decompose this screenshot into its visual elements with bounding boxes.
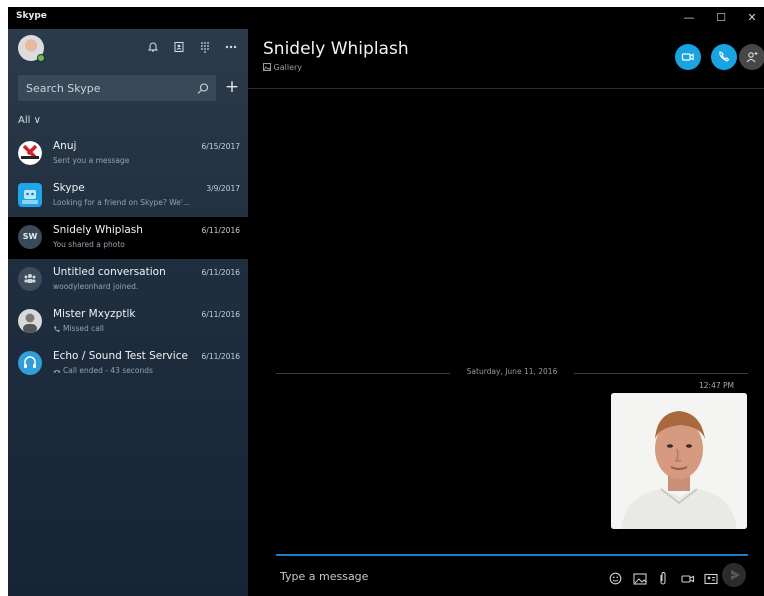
chat-header: Snidely Whiplash Gallery bbox=[248, 29, 764, 89]
conversation-item-snidely-whiplash[interactable]: SW Snidely Whiplash You shared a photo 6… bbox=[8, 217, 248, 259]
conversation-date: 6/11/2016 bbox=[201, 310, 240, 319]
avatar bbox=[18, 141, 42, 165]
conversation-filter-dropdown[interactable]: All ∨ bbox=[18, 115, 41, 126]
divider bbox=[276, 373, 450, 374]
portrait-photo bbox=[611, 393, 747, 529]
add-people-button[interactable] bbox=[739, 44, 764, 70]
initials-avatar: SW bbox=[18, 225, 42, 249]
add-person-icon bbox=[746, 52, 758, 63]
conversation-preview-text: Missed call bbox=[63, 324, 105, 333]
date-separator: Saturday, June 11, 2016 bbox=[276, 365, 748, 381]
video-message-icon[interactable] bbox=[681, 570, 695, 583]
conversation-item-untitled[interactable]: Untitled conversation woodyleonhard join… bbox=[8, 259, 248, 301]
search-box[interactable] bbox=[18, 75, 216, 101]
notifications-bell-icon[interactable] bbox=[145, 41, 161, 57]
contact-card-icon[interactable] bbox=[704, 570, 718, 585]
composer-focus-line bbox=[276, 554, 748, 556]
conversation-item-mister-mxyzptlk[interactable]: Mister Mxyzptlk Missed call 6/11/2016 bbox=[8, 301, 248, 343]
gallery-icon bbox=[263, 63, 271, 71]
search-input[interactable] bbox=[18, 75, 194, 101]
conversation-date: 3/9/2017 bbox=[206, 184, 240, 193]
shared-photo-message[interactable] bbox=[611, 393, 747, 529]
search-icon[interactable] bbox=[196, 81, 210, 95]
contacts-book-icon[interactable] bbox=[171, 41, 187, 57]
conversation-item-echo-sound-test[interactable]: Echo / Sound Test Service Call ended - 4… bbox=[8, 343, 248, 385]
conversation-name: Snidely Whiplash bbox=[53, 224, 143, 236]
conversation-date: 6/11/2016 bbox=[201, 226, 240, 235]
chat-title[interactable]: Snidely Whiplash bbox=[263, 39, 409, 59]
echo-service-avatar bbox=[18, 351, 42, 375]
audio-call-button[interactable] bbox=[711, 44, 737, 70]
conversation-date: 6/11/2016 bbox=[201, 268, 240, 277]
close-button[interactable]: ✕ bbox=[741, 9, 763, 27]
video-call-button[interactable] bbox=[675, 44, 701, 70]
divider bbox=[574, 373, 748, 374]
date-separator-label: Saturday, June 11, 2016 bbox=[466, 367, 558, 376]
conversation-preview-text: Call ended - 43 seconds bbox=[63, 366, 153, 375]
sidebar: + All ∨ Anuj Sent you a message 6/15/201… bbox=[8, 29, 248, 596]
dialpad-icon[interactable] bbox=[197, 41, 213, 57]
conversation-item-skype[interactable]: Skype Looking for a friend on Skype? We'… bbox=[8, 175, 248, 217]
conversation-item-anuj[interactable]: Anuj Sent you a message 6/15/2017 bbox=[8, 133, 248, 175]
emoji-icon[interactable] bbox=[609, 570, 623, 585]
new-chat-plus-icon[interactable]: + bbox=[223, 77, 241, 97]
app-title: Skype bbox=[16, 11, 47, 21]
conversation-name: Echo / Sound Test Service bbox=[53, 350, 188, 362]
conversation-date: 6/15/2017 bbox=[201, 142, 240, 151]
message-timestamp: 12:47 PM bbox=[699, 381, 734, 390]
group-avatar bbox=[18, 267, 42, 291]
call-ended-icon bbox=[53, 370, 61, 373]
send-button[interactable] bbox=[722, 563, 746, 587]
skype-bot-avatar bbox=[18, 183, 42, 207]
image-icon[interactable] bbox=[633, 570, 647, 585]
more-icon[interactable] bbox=[223, 41, 239, 57]
phone-icon bbox=[719, 51, 730, 62]
title-bar: Skype — ☐ ✕ bbox=[8, 7, 764, 29]
presence-online-icon bbox=[37, 54, 45, 62]
gallery-label: Gallery bbox=[273, 63, 303, 72]
conversation-preview: Call ended - 43 seconds bbox=[53, 366, 153, 375]
attachment-icon[interactable] bbox=[658, 570, 672, 585]
skype-window: Skype — ☐ ✕ Search Skype + All ∨ Anuj Se… bbox=[8, 7, 764, 596]
conversation-name: Skype bbox=[53, 182, 85, 194]
conversation-name: Untitled conversation bbox=[53, 266, 166, 278]
video-camera-icon bbox=[681, 53, 694, 61]
profile-avatar[interactable] bbox=[18, 35, 45, 62]
conversation-date: 6/11/2016 bbox=[201, 352, 240, 361]
avatar bbox=[18, 309, 42, 333]
conversation-preview: You shared a photo bbox=[53, 240, 125, 249]
gallery-link[interactable]: Gallery bbox=[263, 63, 302, 72]
conversation-preview: Looking for a friend on Skype? We'... bbox=[53, 198, 191, 207]
profile-row bbox=[8, 29, 248, 69]
conversation-preview: Missed call bbox=[53, 324, 104, 333]
conversation-name: Anuj bbox=[53, 140, 77, 152]
conversation-name: Mister Mxyzptlk bbox=[53, 308, 136, 320]
maximize-button[interactable]: ☐ bbox=[710, 9, 732, 27]
minimize-button[interactable]: — bbox=[678, 9, 700, 27]
conversation-preview: Sent you a message bbox=[53, 156, 130, 165]
missed-call-icon bbox=[54, 326, 60, 332]
send-arrow-icon bbox=[731, 570, 740, 580]
conversation-preview: woodyleonhard joined. bbox=[53, 282, 139, 291]
message-input[interactable] bbox=[280, 565, 570, 587]
message-composer bbox=[276, 559, 748, 593]
